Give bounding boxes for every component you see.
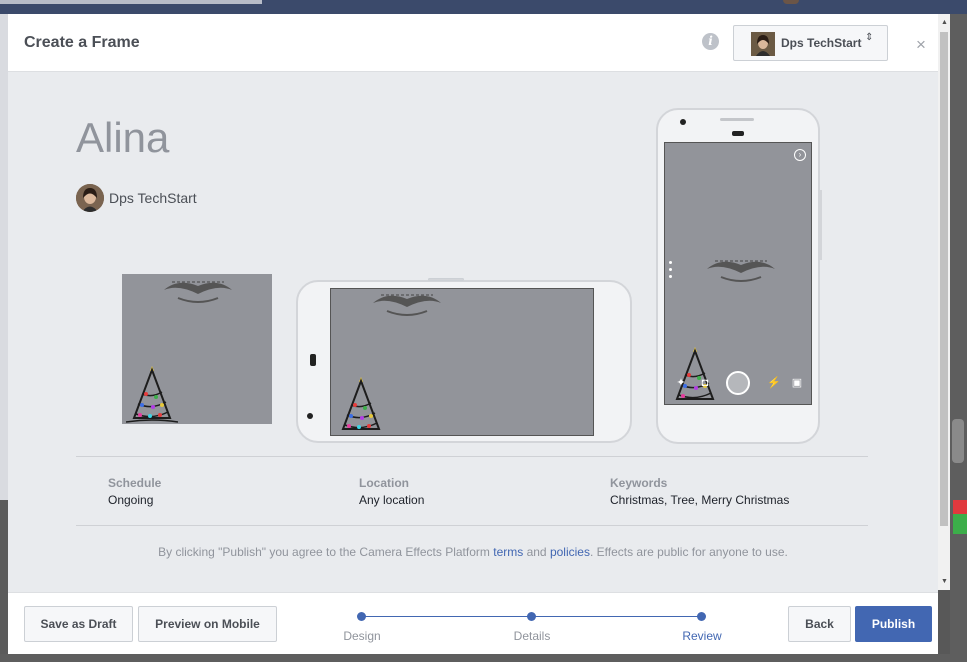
progress-stepper: Design Details Review <box>338 607 738 647</box>
christmas-tree-art <box>126 366 178 423</box>
avatar <box>76 184 104 212</box>
christmas-tree-art <box>341 377 381 430</box>
creator-name: Dps TechStart <box>109 190 197 206</box>
step-label-design[interactable]: Design <box>322 629 402 643</box>
scrollbar[interactable]: ▲ ▼ <box>938 14 950 590</box>
phone-camera <box>307 413 313 419</box>
flash-icon: ⚡ <box>767 377 781 389</box>
dialog-footer: Save as Draft Preview on Mobile Design D… <box>8 592 938 654</box>
merry-christmas-art <box>707 260 775 282</box>
merry-christmas-art <box>373 294 441 316</box>
square-preview <box>122 274 272 424</box>
step-label-details[interactable]: Details <box>492 629 572 643</box>
landscape-screen <box>330 288 594 436</box>
phone-side-button <box>820 190 822 260</box>
merry-christmas-art <box>164 281 232 303</box>
dialog-header: Create a Frame i Dps TechStart ⇕ × <box>8 14 938 72</box>
phone-speaker <box>720 118 754 121</box>
info-icon[interactable]: i <box>702 33 719 50</box>
terms-notice: By clicking "Publish" you agree to the C… <box>8 545 938 559</box>
scrollbar-thumb[interactable] <box>940 32 948 526</box>
keywords-value: Christmas, Tree, Merry Christmas <box>610 493 790 507</box>
background-tab <box>0 0 262 4</box>
back-button[interactable]: Back <box>788 606 851 642</box>
phone-sensor <box>732 131 744 136</box>
preview-mobile-button[interactable]: Preview on Mobile <box>138 606 277 642</box>
keywords-label: Keywords <box>610 476 668 490</box>
portrait-screen: › ✦ ◘ ⚡ ▣ <box>664 142 812 405</box>
phone-camera <box>680 119 686 125</box>
divider <box>76 456 868 457</box>
camera-controls: ✦ ◘ ⚡ ▣ <box>665 370 811 396</box>
step-dot-design[interactable] <box>357 612 366 621</box>
policies-link[interactable]: policies <box>550 545 590 559</box>
scroll-down-icon[interactable]: ▼ <box>941 578 948 585</box>
pager-dots <box>669 261 672 282</box>
step-dot-review[interactable] <box>697 612 706 621</box>
step-dot-details[interactable] <box>527 612 536 621</box>
dialog-title: Create a Frame <box>24 34 140 51</box>
terms-prefix: By clicking "Publish" you agree to the C… <box>158 545 494 559</box>
phone-speaker <box>310 354 316 366</box>
terms-link[interactable]: terms <box>493 545 523 559</box>
schedule-detail: Schedule Ongoing <box>108 476 161 507</box>
chevron-right-circle-icon: › <box>794 149 806 161</box>
location-label: Location <box>359 476 409 490</box>
caret-updown-icon: ⇕ <box>865 32 874 43</box>
background-avatar <box>783 0 799 4</box>
scroll-up-icon[interactable]: ▲ <box>941 19 948 26</box>
landscape-phone-preview <box>296 278 632 443</box>
shutter-icon <box>726 371 750 395</box>
frame-name: Alina <box>76 114 170 161</box>
keywords-detail: Keywords Christmas, Tree, Merry Christma… <box>610 476 789 507</box>
page-avatar <box>751 32 775 56</box>
step-label-review[interactable]: Review <box>662 629 742 643</box>
background-bottom <box>0 654 967 662</box>
review-content: Alina Dps TechStart › ✦ ◘ ⚡ ▣ Schedule O… <box>8 72 938 592</box>
background-topbar <box>0 0 967 14</box>
create-frame-dialog: Create a Frame i Dps TechStart ⇕ × Alina <box>8 14 938 654</box>
location-detail: Location Any location <box>359 476 424 507</box>
save-draft-button[interactable]: Save as Draft <box>24 606 133 642</box>
terms-and: and <box>523 545 550 559</box>
effects-icon: ✦ <box>676 377 686 389</box>
schedule-value: Ongoing <box>108 493 154 507</box>
gallery-icon: ▣ <box>791 377 803 389</box>
terms-suffix: . Effects are public for anyone to use. <box>589 545 788 559</box>
page-selector[interactable]: Dps TechStart ⇕ <box>733 25 888 61</box>
page-selector-label: Dps TechStart <box>781 36 862 50</box>
schedule-label: Schedule <box>108 476 162 490</box>
publish-button[interactable]: Publish <box>855 606 932 642</box>
camera-switch-icon: ◘ <box>701 377 709 389</box>
portrait-phone-preview: › ✦ ◘ ⚡ ▣ <box>656 108 822 444</box>
phone-button <box>428 278 464 281</box>
divider <box>76 525 868 526</box>
location-value: Any location <box>359 493 425 507</box>
background-right <box>950 14 967 662</box>
close-icon[interactable]: × <box>916 35 926 55</box>
